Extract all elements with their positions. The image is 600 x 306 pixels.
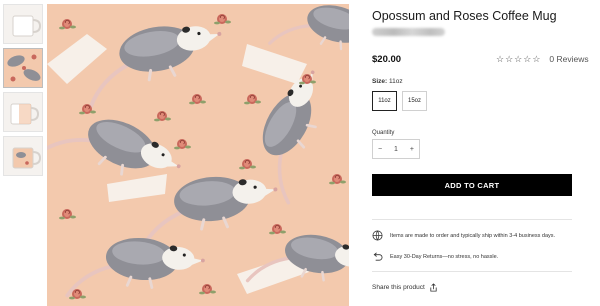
quantity-increment-button[interactable]: + <box>410 146 414 153</box>
product-title: Opossum and Roses Coffee Mug <box>372 9 557 23</box>
returns-info: Easy 30-Day Returns—no stress, no hassle… <box>372 251 498 262</box>
star-empty-icon: ☆ <box>532 53 541 64</box>
product-price: $20.00 <box>372 54 402 65</box>
size-label-prefix: Size: <box>372 78 388 85</box>
size-option-15oz[interactable]: 15oz <box>402 91 427 111</box>
thumbnail-pattern[interactable] <box>3 48 43 88</box>
returns-info-text: Easy 30-Day Returns—no stress, no hassle… <box>390 253 499 260</box>
thumbnail-list <box>3 4 43 180</box>
quantity-decrement-button[interactable]: − <box>378 146 382 153</box>
shipping-info: Items are made to order and typically sh… <box>372 230 555 241</box>
size-options: 11oz 15oz <box>372 91 427 111</box>
rating-stars: ☆ ☆ ☆ ☆ ☆ <box>496 53 541 64</box>
divider <box>372 219 572 220</box>
divider <box>372 271 572 272</box>
quantity-stepper: − 1 + <box>372 139 420 159</box>
product-rating[interactable]: ☆ ☆ ☆ ☆ ☆ 0 Reviews <box>496 54 589 64</box>
size-label: Size: 11oz <box>372 78 403 85</box>
share-icon[interactable] <box>429 283 438 292</box>
share-product[interactable]: Share this product <box>372 283 438 292</box>
shipping-info-text: Items are made to order and typically sh… <box>390 232 556 239</box>
thumbnail-mug-pattern[interactable] <box>3 136 43 176</box>
size-option-11oz[interactable]: 11oz <box>372 91 397 111</box>
globe-icon <box>372 230 383 241</box>
quantity-value[interactable]: 1 <box>394 146 398 153</box>
share-label: Share this product <box>372 284 425 291</box>
return-arrow-icon <box>373 252 383 261</box>
quantity-label: Quantity <box>372 130 395 136</box>
product-details: Opossum and Roses Coffee Mug $20.00 ☆ ☆ … <box>372 0 589 306</box>
star-empty-icon: ☆ <box>505 53 514 64</box>
thumbnail-mug-front[interactable] <box>3 4 43 44</box>
thumbnail-mug-side[interactable] <box>3 92 43 132</box>
add-to-cart-button[interactable]: ADD TO CART <box>372 174 572 196</box>
star-empty-icon: ☆ <box>496 53 505 64</box>
size-selected-value: 11oz <box>388 78 403 85</box>
product-image[interactable] <box>47 4 349 306</box>
vendor-name-blurred <box>372 28 445 36</box>
star-empty-icon: ☆ <box>514 53 523 64</box>
reviews-link[interactable]: 0 Reviews <box>549 54 588 64</box>
star-empty-icon: ☆ <box>523 53 532 64</box>
